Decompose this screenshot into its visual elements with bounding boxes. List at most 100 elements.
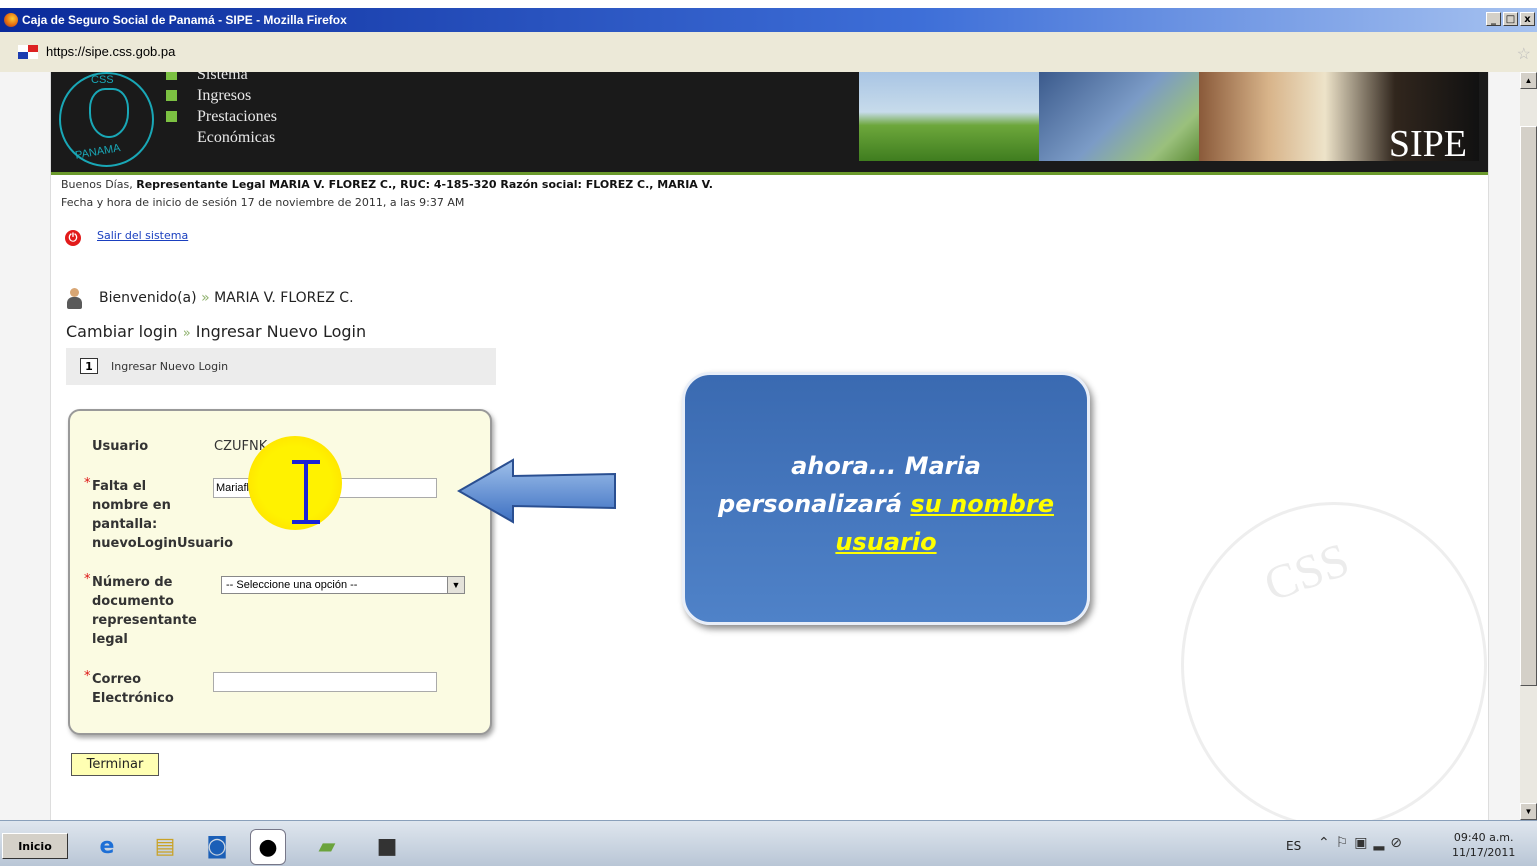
menu-item-prestaciones[interactable]: Prestaciones (166, 106, 277, 127)
maximize-button[interactable]: □ (1503, 12, 1518, 26)
power-icon[interactable]: ⏻ (65, 230, 81, 246)
start-label: Inicio (18, 839, 52, 853)
hands-emblem-icon (89, 88, 129, 138)
bookmark-star-icon[interactable]: ☆ (1517, 44, 1531, 64)
watermark-text: CSS (1257, 532, 1356, 613)
arrow-left-icon (456, 458, 616, 524)
tutorial-callout: ahora... Maria personalizará su nombre u… (682, 372, 1090, 625)
vertical-scrollbar[interactable]: ▲ ▼ (1520, 72, 1537, 820)
man-photo: SIPE (1199, 72, 1479, 165)
notes-icon[interactable]: ▰ (310, 829, 344, 863)
required-mark: * (84, 476, 91, 491)
menu-label: Prestaciones (197, 108, 277, 125)
documento-select[interactable]: -- Seleccione una opción -- ▼ (221, 576, 465, 594)
window-title: Caja de Seguro Social de Panamá - SIPE -… (22, 13, 347, 27)
menu-item-economicas[interactable]: Económicas (166, 127, 277, 148)
callout-text: ahora... Maria personalizará su nombre u… (705, 447, 1067, 561)
outlook-icon[interactable]: ◙ (200, 829, 234, 863)
required-mark: * (84, 669, 91, 684)
callout-line: personalizará (718, 490, 903, 518)
start-button[interactable]: Inicio (2, 833, 68, 859)
logo-top-text: CSS (91, 74, 114, 86)
css-watermark: CSS (1181, 502, 1487, 820)
correo-label-line: Electrónico (92, 691, 174, 706)
address-bar: https://sipe.css.gob.pa ☆ (0, 32, 1537, 73)
folder-icon[interactable]: ▤ (148, 829, 182, 863)
nombre-label-line: Falta el (92, 479, 147, 494)
bullet-icon (166, 90, 177, 101)
system-tray-icons[interactable]: ⌃⚐▣▂⊘ (1318, 835, 1408, 851)
site-header: CSS PANAMA Sistema Ingresos Prestaciones… (51, 72, 1488, 175)
nombre-label: * Falta el nombre en pantalla: nuevoLogi… (84, 476, 234, 553)
window-title-bar[interactable]: Caja de Seguro Social de Panamá - SIPE -… (0, 8, 1537, 32)
documento-label-line: Número de (92, 575, 173, 590)
clock[interactable]: 09:40 a.m. 11/17/2011 (1452, 830, 1515, 860)
welcome-line: Bienvenido(a) » MARIA V. FLOREZ C. (99, 290, 354, 306)
menu-item-sistema[interactable]: Sistema (166, 72, 277, 85)
breadcrumb-cambiar-login[interactable]: Cambiar login (66, 322, 178, 341)
callout-highlight: su nombre (910, 490, 1054, 518)
documento-label-line: representante (92, 613, 197, 628)
menu-label: Económicas (197, 129, 276, 146)
user-icon (67, 288, 82, 310)
required-mark: * (84, 572, 91, 587)
scroll-down-icon[interactable]: ▼ (1520, 803, 1537, 820)
correo-input[interactable] (213, 672, 437, 692)
correo-label: * Correo Electrónico (84, 669, 174, 708)
step-number: 1 (80, 358, 98, 374)
header-photo-banner: SIPE (859, 72, 1479, 165)
firefox-taskbar-icon[interactable]: ● (250, 829, 286, 865)
logout-link[interactable]: Salir del sistema (97, 229, 188, 242)
usuario-label: Usuario (92, 439, 149, 454)
scroll-thumb[interactable] (1520, 126, 1537, 686)
building-photo (1039, 72, 1199, 161)
menu-label: Ingresos (197, 87, 252, 104)
scroll-up-icon[interactable]: ▲ (1520, 72, 1537, 89)
breadcrumb-separator: » (182, 326, 191, 341)
dropdown-arrow-icon[interactable]: ▼ (447, 577, 464, 593)
callout-highlight: usuario (835, 528, 937, 556)
callout-line: ahora... Maria (791, 452, 981, 480)
terminar-button[interactable]: Terminar (71, 753, 159, 776)
nombre-label-line: nuevoLoginUsuario (92, 536, 234, 551)
sipe-brand: SIPE (1388, 123, 1467, 165)
minimize-button[interactable]: _ (1486, 12, 1501, 26)
menu-label: Sistema (197, 72, 248, 83)
url-text[interactable]: https://sipe.css.gob.pa (46, 44, 175, 59)
taskbar: Inicio e ▤ ◙ ● ▰ ■ ES ⌃⚐▣▂⊘ 09:40 a.m. 1… (0, 820, 1537, 866)
breadcrumb: Cambiar login » Ingresar Nuevo Login (66, 322, 366, 341)
window-controls: _ □ x (1486, 12, 1535, 26)
step-indicator: 1 Ingresar Nuevo Login (66, 348, 496, 385)
greeting: Buenos Días, Representante Legal MARIA V… (61, 178, 713, 191)
breadcrumb-current: Ingresar Nuevo Login (195, 322, 367, 341)
nombre-label-line: pantalla: (92, 517, 158, 532)
close-button[interactable]: x (1520, 12, 1535, 26)
logo-bottom-text: PANAMA (74, 142, 122, 162)
clock-date: 11/17/2011 (1452, 846, 1516, 859)
clock-time: 09:40 a.m. (1453, 831, 1514, 844)
header-menu: Sistema Ingresos Prestaciones Económicas (166, 72, 277, 148)
nombre-label-line: nombre en (92, 498, 171, 513)
greeting-prefix: Buenos Días, (61, 178, 137, 191)
bullet-icon (166, 111, 177, 122)
family-photo (859, 72, 1039, 161)
panama-flag-favicon-icon (18, 45, 38, 59)
internet-explorer-icon[interactable]: e (90, 829, 124, 863)
css-logo: CSS PANAMA (59, 72, 154, 167)
language-indicator[interactable]: ES (1286, 839, 1301, 853)
documento-label-line: legal (92, 632, 128, 647)
greeting-user: Representante Legal MARIA V. FLOREZ C., … (136, 178, 713, 191)
documento-selected: -- Seleccione una opción -- (226, 579, 358, 591)
session-start: Fecha y hora de inicio de sesión 17 de n… (61, 196, 465, 209)
firefox-icon (4, 13, 18, 27)
welcome-separator: » (201, 290, 210, 306)
menu-item-ingresos[interactable]: Ingresos (166, 85, 277, 106)
text-cursor-icon (292, 460, 320, 524)
bullet-icon (166, 72, 177, 80)
camcorder-icon[interactable]: ■ (370, 829, 404, 863)
documento-label: * Número de documento representante lega… (84, 572, 197, 649)
welcome-label: Bienvenido(a) (99, 290, 197, 306)
correo-label-line: Correo (92, 672, 142, 687)
welcome-name: MARIA V. FLOREZ C. (214, 290, 354, 306)
step-label: Ingresar Nuevo Login (111, 360, 229, 373)
